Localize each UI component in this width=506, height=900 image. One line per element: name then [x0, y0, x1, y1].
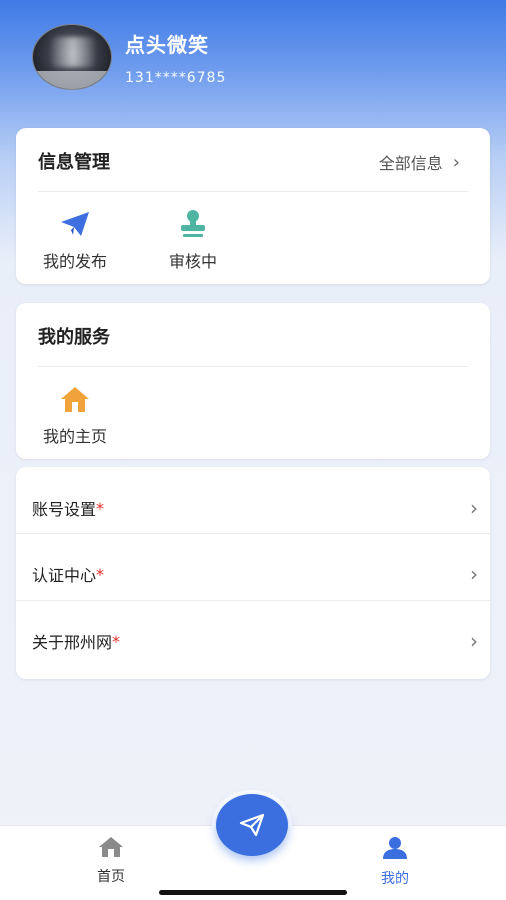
phone-number: 131****6785	[125, 69, 227, 86]
profile-header[interactable]: 点头微笑 131****6785	[32, 24, 226, 90]
chevron-right-icon: ›	[470, 562, 478, 586]
my-homepage-button[interactable]: 我的主页	[30, 381, 120, 447]
home-icon	[30, 381, 120, 417]
divider	[38, 366, 468, 367]
my-homepage-label: 我的主页	[42, 427, 107, 446]
tab-mine-label: 我的	[381, 871, 409, 887]
divider	[16, 533, 490, 534]
required-asterisk: *	[112, 631, 121, 651]
profile-text: 点头微笑 131****6785	[125, 29, 226, 86]
my-posts-button[interactable]: 我的发布	[30, 206, 120, 272]
settings-menu-card: 账号设置 * › 认证中心 * › 关于邢州网 * ›	[16, 467, 490, 679]
my-services-title: 我的服务	[38, 327, 110, 348]
my-posts-label: 我的发布	[42, 252, 107, 271]
about-label: 关于邢州网	[32, 633, 113, 652]
required-asterisk: *	[96, 564, 105, 584]
avatar[interactable]	[32, 24, 112, 90]
required-asterisk: *	[96, 498, 105, 518]
verification-center-label: 认证中心	[32, 566, 97, 585]
chevron-right-icon: ›	[470, 496, 478, 520]
home-indicator	[159, 890, 347, 895]
publish-button[interactable]	[216, 794, 288, 856]
my-services-card: 我的服务 我的主页	[16, 303, 490, 459]
divider	[16, 600, 490, 601]
under-review-label: 审核中	[168, 252, 217, 271]
all-info-link[interactable]: 全部信息 ›	[379, 150, 460, 174]
all-info-label: 全部信息	[378, 154, 443, 173]
paper-plane-icon	[239, 813, 265, 837]
divider	[38, 191, 468, 192]
info-management-card: 信息管理 全部信息 › 我的发布 审核中	[16, 128, 490, 284]
user-icon	[383, 837, 407, 859]
tab-home[interactable]: 首页	[71, 836, 151, 886]
menu-item-about[interactable]: 关于邢州网 * ›	[16, 608, 490, 674]
paper-plane-icon	[30, 206, 120, 242]
home-icon	[99, 837, 123, 857]
username: 点头微笑	[125, 32, 209, 57]
menu-item-account-settings[interactable]: 账号设置 * ›	[16, 475, 490, 541]
stamp-icon	[148, 206, 238, 242]
under-review-button[interactable]: 审核中	[148, 206, 238, 272]
menu-item-verification-center[interactable]: 认证中心 * ›	[16, 541, 490, 607]
avatar-photo-glow	[51, 37, 95, 67]
chevron-right-icon: ›	[452, 151, 460, 173]
account-settings-label: 账号设置	[32, 500, 97, 519]
avatar-photo-base	[33, 71, 111, 89]
chevron-right-icon: ›	[470, 629, 478, 653]
tab-mine[interactable]: 我的	[355, 836, 435, 888]
info-management-title: 信息管理	[38, 152, 110, 173]
tab-home-label: 首页	[97, 869, 125, 885]
